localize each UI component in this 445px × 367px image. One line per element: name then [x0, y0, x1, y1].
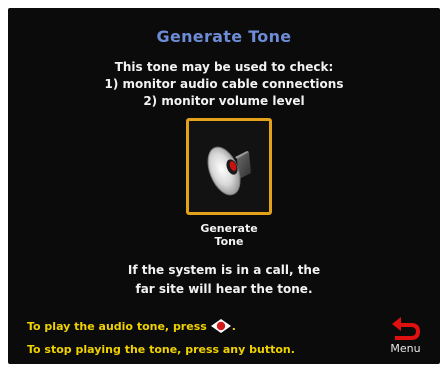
intro-text: This tone may be used to check: 1) monit…	[8, 59, 440, 110]
instruction-play: To play the audio tone, press.	[27, 317, 295, 340]
page-title: Generate Tone	[156, 27, 292, 46]
menu-button[interactable]: Menu	[383, 311, 428, 355]
generate-tone-button[interactable]	[186, 118, 272, 215]
select-button-icon	[210, 318, 232, 340]
tile-label-line: Tone	[214, 235, 244, 248]
note-line: far site will hear the tone.	[135, 282, 313, 296]
instruction-play-text: To play the audio tone, press	[27, 320, 207, 333]
generate-tone-screen: Generate Tone This tone may be used to c…	[8, 8, 440, 364]
instruction-play-end: .	[231, 320, 236, 333]
instruction-stop: To stop playing the tone, press any butt…	[27, 343, 295, 356]
speaker-icon	[207, 146, 251, 196]
intro-line: 2) monitor volume level	[143, 94, 305, 108]
intro-line: This tone may be used to check:	[114, 60, 334, 74]
intro-line: 1) monitor audio cable connections	[104, 77, 344, 91]
call-note: If the system is in a call, the far site…	[8, 261, 440, 299]
instructions: To play the audio tone, press. To stop p…	[27, 317, 295, 359]
menu-label: Menu	[390, 342, 421, 355]
note-line: If the system is in a call, the	[127, 263, 321, 277]
tile-label-line: Generate	[200, 222, 258, 235]
tile-label: Generate Tone	[168, 222, 290, 248]
back-arrow-icon	[392, 317, 420, 340]
